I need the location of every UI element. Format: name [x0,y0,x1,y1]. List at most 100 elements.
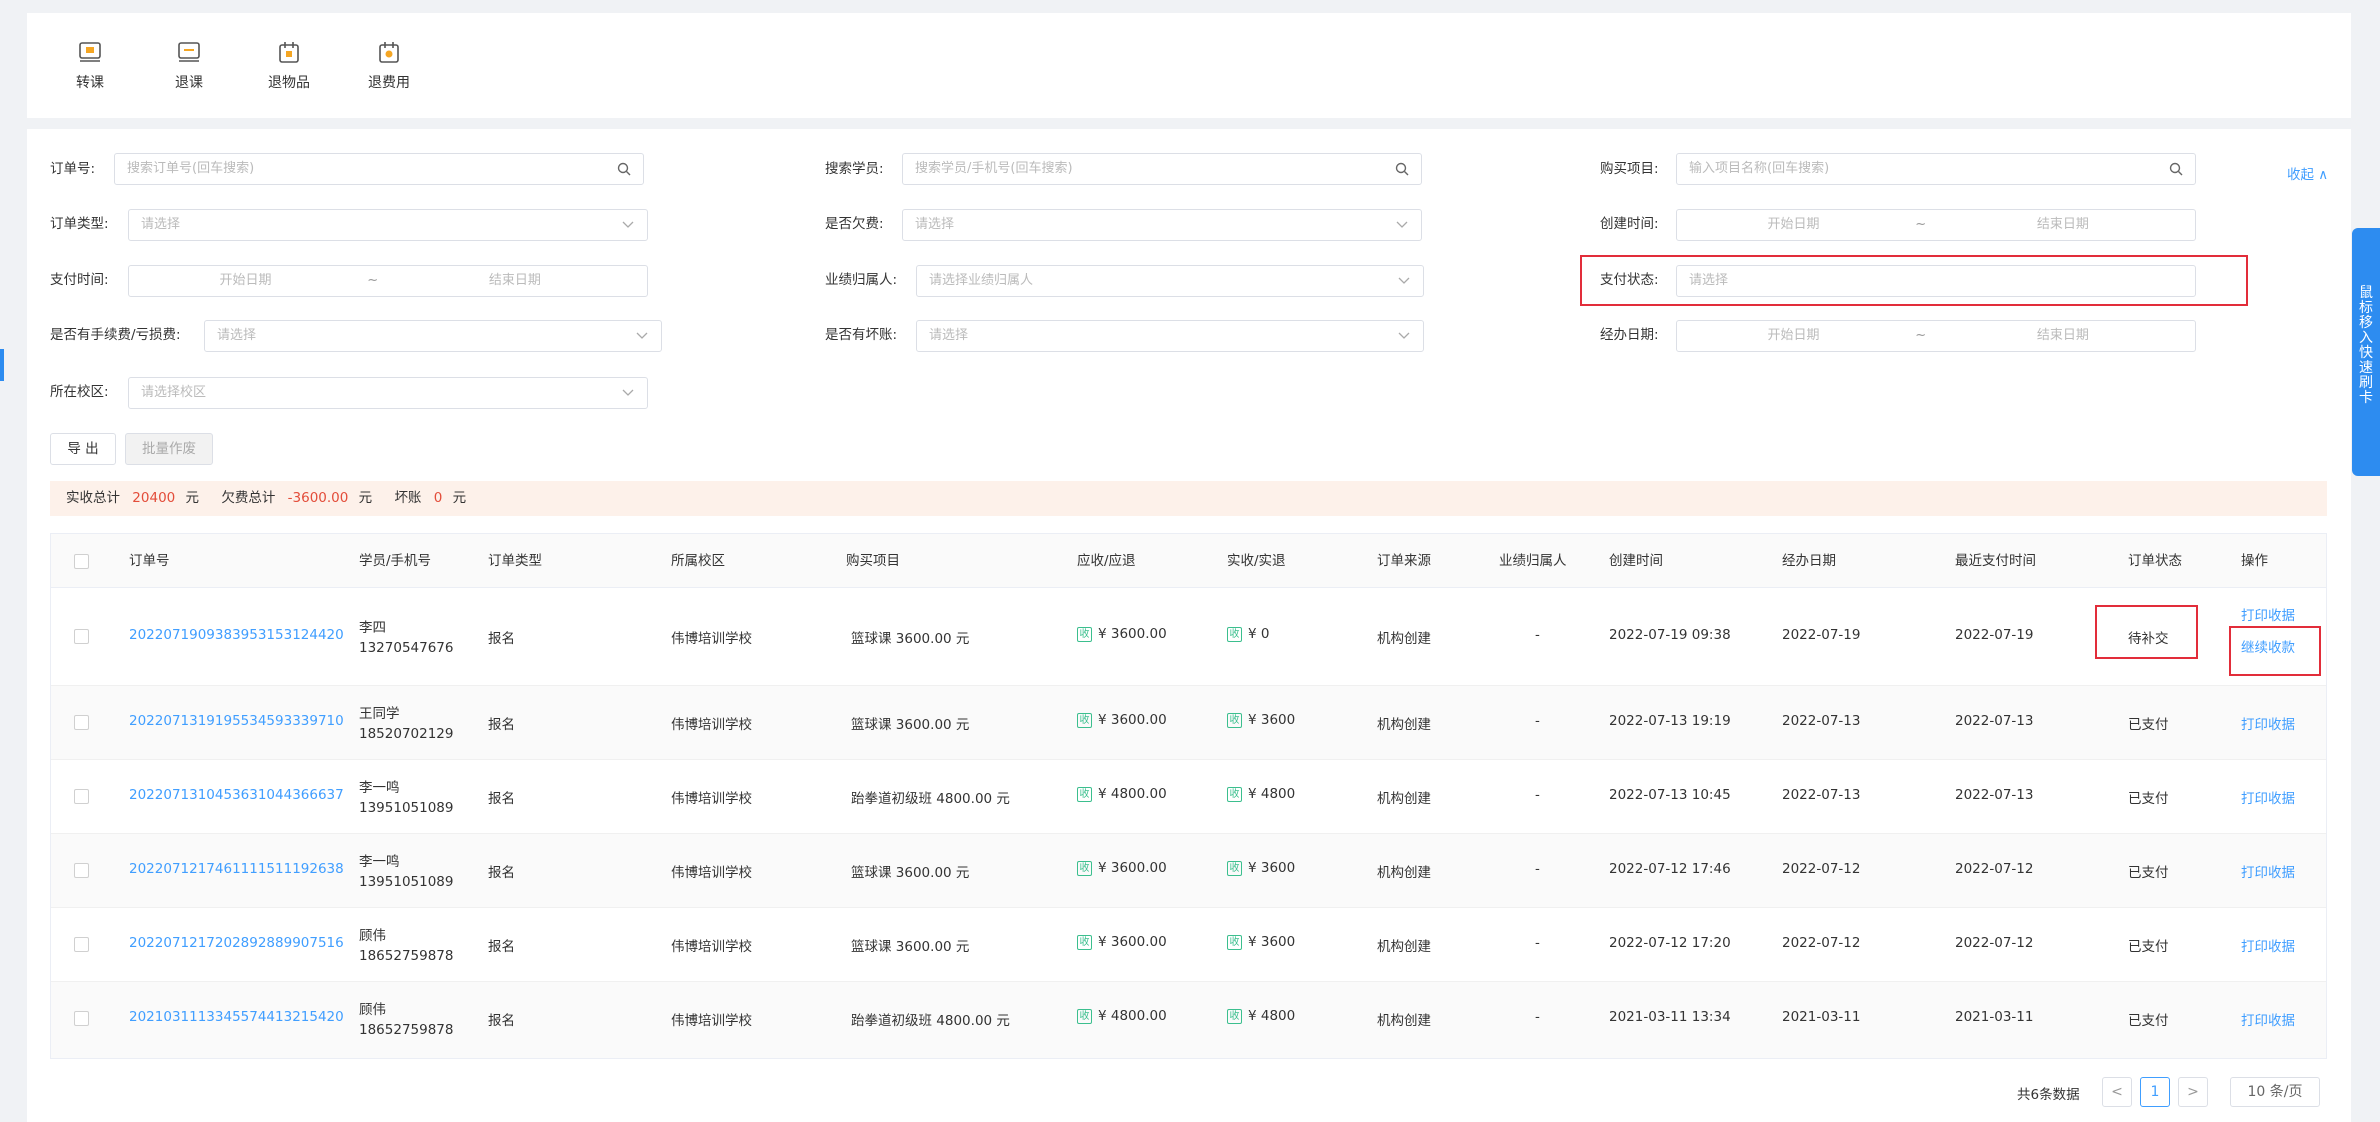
col-header: 操作 [2241,553,2268,569]
arrears-select[interactable]: 请选择 [902,209,1422,241]
order-number-link[interactable]: 2022071909383953153124420 [129,627,344,643]
refund-fee-icon [379,42,399,63]
last-pay-cell: 2022-07-13 [1955,787,2034,803]
handled-date-cell: 2022-07-13 [1782,713,1861,729]
student-cell: 王同学 18520702129 [359,706,454,742]
print-receipt-link[interactable]: 打印收据 [2241,1009,2295,1029]
print-receipt-link[interactable]: 打印收据 [2241,604,2295,624]
owner-select[interactable]: 请选择业绩归属人 [916,265,1424,297]
chevron-down-icon [1396,221,1408,228]
order-number-link[interactable]: 2022071217461111511192638 [129,861,344,877]
bad-debt-select[interactable]: 请选择 [916,320,1424,352]
select-all-checkbox[interactable] [74,554,89,569]
student-search-label: 搜索学员: [825,161,884,177]
project-cell: 篮球课 3600.00 元 [851,939,970,955]
owner-cell: - [1535,935,1540,951]
order-type-cell: 报名 [488,939,515,955]
order-type-label: 订单类型: [50,216,109,232]
created-time-cell: 2021-03-11 13:34 [1609,1009,1731,1025]
page-1-button[interactable]: 1 [2140,1077,2170,1107]
row-checkbox[interactable] [74,863,89,878]
table-header: 订单号 学员/手机号 订单类型 所属校区 购买项目 应收/应退 实收/实退 订单… [51,534,2326,588]
owner-cell: - [1535,1009,1540,1025]
col-header: 最近支付时间 [1955,553,2036,569]
search-icon [617,162,631,176]
pagination-total: 共6条数据 [2017,1087,2080,1103]
campus-select[interactable]: 请选择校区 [128,377,648,409]
left-edge-marker [0,349,4,381]
return-goods-button[interactable]: 退物品 [254,40,324,92]
quick-swipe-card-tab[interactable]: 鼠标移入 快速刷卡 [2352,228,2380,476]
batch-void-button[interactable]: 批量作废 [125,433,213,465]
row-checkbox[interactable] [74,715,89,730]
col-header: 业绩归属人 [1499,553,1567,569]
order-number-link[interactable]: 2021031113345574413215420 [129,1009,344,1025]
student-cell: 李四 13270547676 [359,620,454,656]
receive-tag-icon: 收 [1227,626,1242,642]
due-amount-cell: 收 ¥ 3600.00 [1077,626,1167,642]
col-header: 学员/手机号 [359,553,432,569]
receive-tag-icon: 收 [1227,934,1242,950]
source-cell: 机构创建 [1377,717,1431,733]
receive-tag-icon: 收 [1077,934,1092,950]
due-amount-cell: 收 ¥ 3600.00 [1077,934,1167,950]
order-number-link[interactable]: 2022071319195534593339710 [129,713,344,729]
handle-date-range-picker[interactable]: 开始日期 ~ 结束日期 [1676,320,2196,352]
next-page-button[interactable]: > [2178,1077,2208,1107]
transfer-course-button[interactable]: 转课 [55,40,125,92]
paid-amount-cell: 收 ¥ 4800 [1227,786,1295,802]
source-cell: 机构创建 [1377,939,1431,955]
table-row: 2022071217461111511192638 李一鸣 13951051089… [51,834,2326,908]
order-number-link[interactable]: 2022071310453631044366637 [129,787,344,803]
owner-cell: - [1535,713,1540,729]
page-size-select[interactable]: 10 条/页 [2230,1077,2320,1107]
row-checkbox[interactable] [74,629,89,644]
arrears-label: 是否欠费: [825,216,884,232]
student-cell: 李一鸣 13951051089 [359,780,454,816]
source-cell: 机构创建 [1377,791,1431,807]
receive-tag-icon: 收 [1227,860,1242,876]
chevron-down-icon [622,389,634,396]
campus-cell: 伟博培训学校 [671,717,752,733]
return-goods-icon [279,42,299,63]
order-no-search-input[interactable]: 搜索订单号(回车搜索) [114,153,644,185]
student-search-input[interactable]: 搜索学员/手机号(回车搜索) [902,153,1422,185]
created-time-cell: 2022-07-19 09:38 [1609,627,1731,643]
collapse-filters-link[interactable]: 收起 ∧ [2287,163,2328,183]
chevron-down-icon [1398,277,1410,284]
source-cell: 机构创建 [1377,631,1431,647]
highlight-pay-status [1580,255,2248,306]
action-toolbar: 转课 退课 退物品 退费用 [27,13,2351,118]
last-pay-cell: 2021-03-11 [1955,1009,2034,1025]
chevron-down-icon [636,332,648,339]
owner-label: 业绩归属人: [825,272,898,288]
totals-summary-bar: 实收总计 20400 元 欠费总计 -3600.00 元 坏账 0 元 [50,481,2327,516]
status-cell: 已支付 [2128,865,2169,881]
order-type-select[interactable]: 请选择 [128,209,648,241]
last-pay-cell: 2022-07-13 [1955,713,2034,729]
print-receipt-link[interactable]: 打印收据 [2241,935,2295,955]
arrears-total: -3600.00 [287,490,349,506]
status-cell: 已支付 [2128,939,2169,955]
row-checkbox[interactable] [74,937,89,952]
row-checkbox[interactable] [74,789,89,804]
status-cell: 已支付 [2128,1013,2169,1029]
export-button[interactable]: 导 出 [50,433,116,465]
bad-debt-label: 是否有坏账: [825,327,898,343]
print-receipt-link[interactable]: 打印收据 [2241,861,2295,881]
create-time-range-picker[interactable]: 开始日期 ~ 结束日期 [1676,209,2196,241]
order-type-cell: 报名 [488,717,515,733]
fee-select[interactable]: 请选择 [204,320,662,352]
created-time-cell: 2022-07-12 17:46 [1609,861,1731,877]
project-search-input[interactable]: 输入项目名称(回车搜索) [1676,153,2196,185]
pay-time-range-picker[interactable]: 开始日期 ~ 结束日期 [128,265,648,297]
refund-fee-button[interactable]: 退费用 [354,40,424,92]
row-checkbox[interactable] [74,1011,89,1026]
paid-amount-cell: 收 ¥ 3600 [1227,860,1295,876]
order-number-link[interactable]: 2022071217202892889907516 [129,935,344,951]
print-receipt-link[interactable]: 打印收据 [2241,713,2295,733]
refund-course-button[interactable]: 退课 [154,40,224,92]
prev-page-button[interactable]: < [2102,1077,2132,1107]
print-receipt-link[interactable]: 打印收据 [2241,787,2295,807]
order-type-cell: 报名 [488,791,515,807]
